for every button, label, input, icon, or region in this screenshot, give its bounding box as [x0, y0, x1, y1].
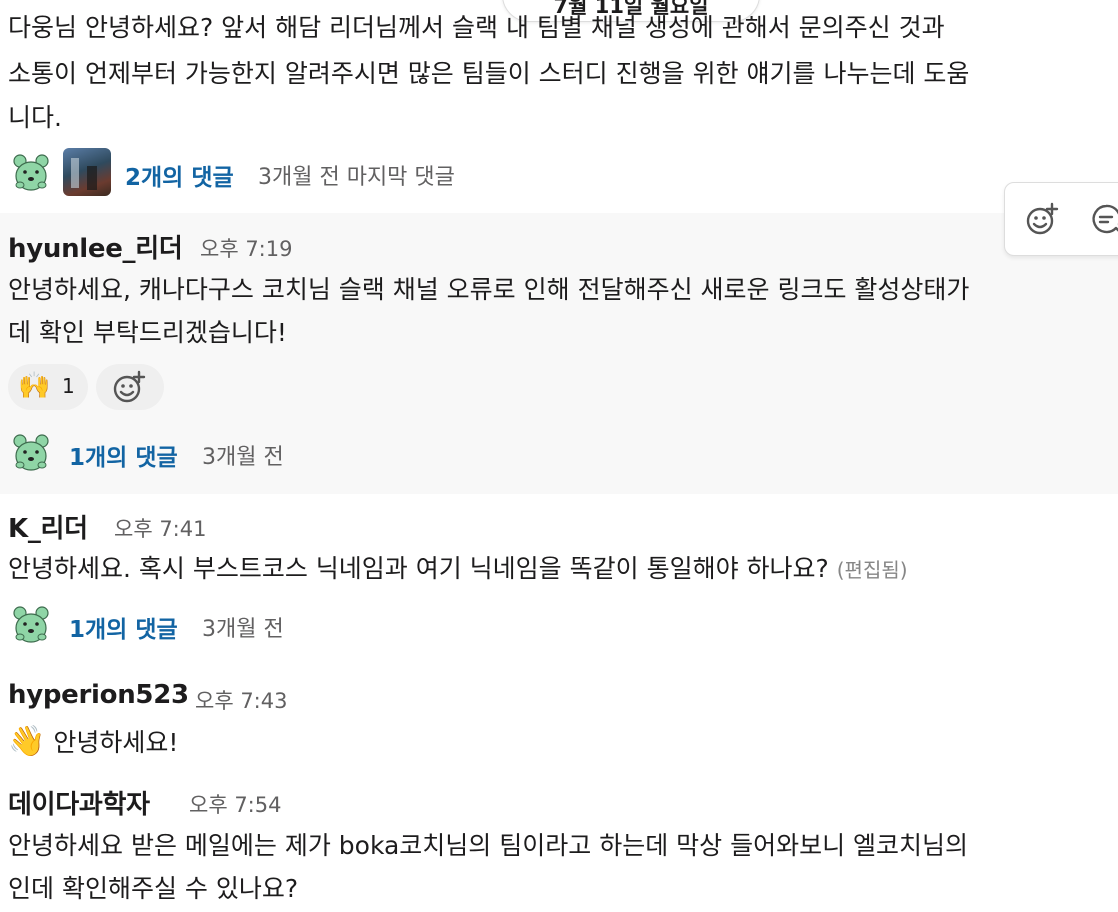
message-text-line: 다웅님 안녕하세요? 앞서 해담 리더님께서 슬랙 내 팀별 채널 생성에 관해…: [8, 13, 945, 42]
thread-reply-count-link[interactable]: 2개의 댓글: [125, 158, 234, 192]
message-text-line: 니다.: [8, 103, 62, 132]
message-text-line: 소통이 언제부터 가능한지 알려주시면 많은 팀들이 스터디 진행을 위한 얘기…: [8, 59, 970, 88]
message-author[interactable]: hyperion523: [8, 680, 189, 710]
message-author[interactable]: hyunlee_리더: [8, 228, 183, 265]
message-text: 안녕하세요. 혹시 부스트코스 닉네임과 여기 닉네임을 똑같이 통일해야 하나…: [8, 547, 908, 592]
thread-last-reply-meta: 3개월 전: [202, 445, 284, 470]
bear-avatar-icon: [13, 154, 49, 191]
waving-hand-emoji: 👋: [8, 724, 46, 759]
message-text-line: 데 확인 부탁드리겠습니다!: [8, 318, 287, 347]
add-reaction-button[interactable]: [96, 364, 164, 410]
message-timestamp[interactable]: 오후 7:19: [200, 233, 292, 263]
bear-avatar-icon: [13, 606, 49, 643]
reaction-pill[interactable]: 🙌 1: [8, 364, 88, 410]
user-photo-avatar: [63, 148, 111, 196]
message-timestamp[interactable]: 오후 7:54: [189, 789, 281, 819]
message-text-line: 인데 확인해주실 수 있나요?: [8, 874, 299, 903]
bear-avatar-icon: [13, 434, 49, 471]
message-text-line: 안녕하세요 받은 메일에는 제가 boka코치님의 팀이라고 하는데 막상 들어…: [8, 831, 969, 860]
raised-hands-emoji: 🙌: [18, 371, 51, 401]
reply-thread-icon[interactable]: [1089, 202, 1118, 236]
add-reaction-icon[interactable]: [1025, 202, 1059, 236]
message-text-line: 안녕하세요, 캐나다구스 코치님 슬랙 채널 오류로 인해 전달해주신 새로운 …: [8, 275, 970, 304]
message-text-body: 안녕하세요. 혹시 부스트코스 닉네임과 여기 닉네임을 똑같이 통일해야 하나…: [8, 554, 829, 583]
message-text: 👋 안녕하세요!: [8, 720, 178, 764]
thread-last-reply-meta: 3개월 전 마지막 댓글: [258, 165, 455, 190]
thread-summary[interactable]: 1개의 댓글 3개월 전: [8, 602, 328, 650]
edited-label: (편집됨): [836, 558, 908, 582]
thread-last-reply-meta: 3개월 전: [202, 617, 284, 642]
message-text-body: 안녕하세요!: [53, 728, 179, 757]
thread-summary[interactable]: 1개의 댓글 3개월 전: [8, 430, 328, 478]
thread-reply-count-link[interactable]: 1개의 댓글: [69, 438, 178, 472]
message-timestamp[interactable]: 오후 7:41: [114, 513, 206, 543]
thread-reply-count-link[interactable]: 1개의 댓글: [69, 610, 178, 644]
add-reaction-icon: [113, 370, 146, 403]
message-timestamp[interactable]: 오후 7:43: [195, 685, 287, 715]
reaction-count: 1: [62, 374, 75, 398]
message-author[interactable]: K_리더: [8, 508, 88, 545]
message-actions-toolbar: [1004, 182, 1118, 256]
message-author[interactable]: 데이다과학자: [8, 784, 150, 821]
